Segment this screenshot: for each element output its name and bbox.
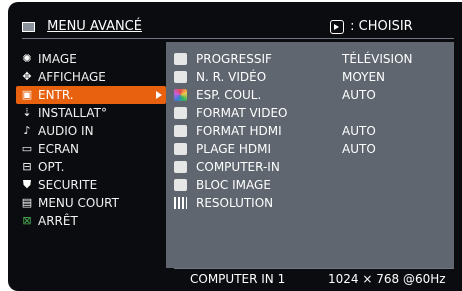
input-source-status: COMPUTER IN 1 bbox=[190, 272, 286, 286]
menu-item-label: MENU COURT bbox=[38, 196, 119, 210]
progressive-icon bbox=[174, 53, 187, 65]
input-submenu-panel: PROGRESSIF TÉLÉVISION N. R. VIDÉO MOYEN … bbox=[166, 42, 454, 268]
choose-hint: : CHOISIR bbox=[330, 16, 413, 38]
submenu-item-label: FORMAT VIDEO bbox=[196, 106, 288, 120]
choose-label: : CHOISIR bbox=[350, 19, 413, 34]
submenu-item-progressive[interactable]: PROGRESSIF TÉLÉVISION bbox=[166, 50, 454, 68]
menu-item-label: INSTALLAT° bbox=[38, 106, 107, 120]
short-menu-icon: ▤ bbox=[21, 196, 33, 209]
color-space-icon bbox=[174, 89, 187, 101]
resolution-icon bbox=[174, 197, 187, 209]
enter-button-icon bbox=[330, 19, 344, 34]
menu-item-label: ARRÊT bbox=[38, 214, 78, 228]
submenu-item-label: COMPUTER-IN bbox=[196, 160, 280, 174]
menu-item-screen[interactable]: ▭ ECRAN bbox=[16, 140, 166, 158]
menu-item-exit[interactable]: ⊠ ARRÊT bbox=[16, 212, 166, 230]
menu-title: MENU AVANCÉ bbox=[47, 19, 142, 34]
submenu-item-label: PLAGE HDMI bbox=[196, 142, 272, 156]
input-icon: ▣ bbox=[21, 88, 33, 101]
video-nr-icon bbox=[174, 71, 187, 83]
menu-item-display[interactable]: ✥ AFFICHAGE bbox=[16, 68, 166, 86]
menu-item-setup[interactable]: ⇣ INSTALLAT° bbox=[16, 104, 166, 122]
submenu-item-label: BLOC IMAGE bbox=[196, 178, 271, 192]
menu-item-option[interactable]: ⊟ OPT. bbox=[16, 158, 166, 176]
submenu-arrow-icon bbox=[156, 91, 162, 99]
menu-item-label: AUDIO IN bbox=[38, 124, 94, 138]
menu-item-label: ECRAN bbox=[38, 142, 79, 156]
submenu-item-label: PROGRESSIF bbox=[196, 52, 272, 66]
submenu-item-value: AUTO bbox=[342, 142, 376, 156]
menu-item-label: SECURITE bbox=[38, 178, 98, 192]
projector-osd-menu: MENU AVANCÉ : CHOISIR ✺ IMAGE ✥ AFFICHAG… bbox=[8, 2, 462, 291]
setup-icon: ⇣ bbox=[22, 106, 32, 119]
submenu-item-frame-lock[interactable]: BLOC IMAGE bbox=[166, 176, 454, 194]
hdmi-format-icon bbox=[174, 125, 187, 137]
menu-item-label: AFFICHAGE bbox=[38, 70, 106, 84]
submenu-item-resolution[interactable]: RESOLUTION bbox=[166, 194, 454, 212]
hdmi-range-icon bbox=[174, 143, 187, 155]
menu-item-image[interactable]: ✺ IMAGE bbox=[16, 50, 166, 68]
submenu-item-label: ESP. COUL. bbox=[196, 88, 262, 102]
submenu-item-label: RESOLUTION bbox=[196, 196, 274, 210]
screen-icon: ▭ bbox=[21, 142, 33, 155]
menu-icon bbox=[22, 22, 35, 32]
submenu-item-computer-in[interactable]: COMPUTER-IN bbox=[166, 158, 454, 176]
submenu-item-value: AUTO bbox=[342, 124, 376, 138]
submenu-item-value: AUTO bbox=[342, 88, 376, 102]
status-footer: COMPUTER IN 1 1024 × 768 @60Hz bbox=[174, 268, 454, 291]
menu-item-input[interactable]: ▣ ENTR. bbox=[16, 86, 166, 104]
submenu-item-color-space[interactable]: ESP. COUL. AUTO bbox=[166, 86, 454, 104]
menu-item-security[interactable]: ⛊ SECURITE bbox=[16, 176, 166, 194]
submenu-item-hdmi-range[interactable]: PLAGE HDMI AUTO bbox=[166, 140, 454, 158]
signal-resolution-status: 1024 × 768 @60Hz bbox=[328, 272, 446, 286]
submenu-item-value: TÉLÉVISION bbox=[342, 52, 413, 66]
submenu-item-value: MOYEN bbox=[342, 70, 386, 84]
option-icon: ⊟ bbox=[22, 160, 32, 173]
submenu-item-video-nr[interactable]: N. R. VIDÉO MOYEN bbox=[166, 68, 454, 86]
main-menu-list: ✺ IMAGE ✥ AFFICHAGE ▣ ENTR. ⇣ INSTALLAT°… bbox=[16, 50, 166, 230]
submenu-item-hdmi-format[interactable]: FORMAT HDMI AUTO bbox=[166, 122, 454, 140]
menu-item-short-menu[interactable]: ▤ MENU COURT bbox=[16, 194, 166, 212]
header-divider bbox=[174, 38, 454, 39]
submenu-item-label: FORMAT HDMI bbox=[196, 124, 282, 138]
video-format-icon bbox=[174, 107, 187, 119]
menu-item-label: ENTR. bbox=[38, 88, 74, 102]
menu-item-label: IMAGE bbox=[38, 52, 77, 66]
submenu-item-video-format[interactable]: FORMAT VIDEO bbox=[166, 104, 454, 122]
brightness-icon: ✺ bbox=[22, 52, 32, 65]
menu-header: MENU AVANCÉ bbox=[22, 16, 174, 39]
menu-item-label: OPT. bbox=[38, 160, 65, 174]
frame-lock-icon bbox=[174, 179, 187, 191]
audio-note-icon: ♪ bbox=[23, 124, 31, 137]
security-icon: ⛊ bbox=[22, 178, 32, 191]
computer-in-icon bbox=[174, 161, 187, 173]
menu-item-audio-in[interactable]: ♪ AUDIO IN bbox=[16, 122, 166, 140]
submenu-item-label: N. R. VIDÉO bbox=[196, 70, 267, 84]
exit-icon: ⊠ bbox=[22, 214, 32, 227]
display-icon: ✥ bbox=[22, 70, 32, 83]
